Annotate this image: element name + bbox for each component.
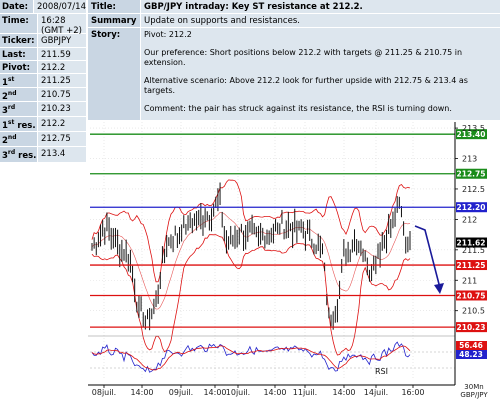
y-tick-label: 210.5: [462, 307, 485, 316]
info-row-value: 212.2: [38, 61, 86, 73]
info-row-key: Last:: [0, 48, 37, 60]
y-tick-label: 213.5: [462, 124, 485, 133]
info-row-key: 2nd sup.: [0, 88, 37, 112]
info-row-value: 211.25: [38, 74, 86, 87]
info-row: 2nd sup.210.75: [0, 88, 86, 112]
level-tag: [456, 260, 487, 271]
rsi-label: RSI: [375, 367, 388, 376]
story-alternative: Alternative scenario: Above 212.2 look f…: [144, 76, 468, 95]
level-lines: 213.40 212.75 212.20 211.25 210.75 210.23 211.…: [90, 129, 487, 333]
lower-band: [91, 234, 411, 356]
level-tag-label: 210.75: [457, 291, 486, 300]
story-key: Story:: [88, 28, 140, 120]
info-row: Time: 16:28 (GMT +2): [0, 14, 86, 36]
projection-arrowhead: [434, 283, 444, 294]
right-info-panel: Title: GBP/JPY intraday: Key ST resistan…: [88, 0, 500, 120]
x-tick-label: 14juil.: [364, 388, 388, 397]
y-tick-label: 213: [462, 155, 477, 164]
level-tag: [456, 168, 487, 179]
x-tick-label: 09juil.: [169, 388, 193, 397]
x-tick-label: 10juil.: [226, 388, 250, 397]
upper-band: [91, 179, 411, 283]
x-tick-label: 14:00: [263, 388, 286, 397]
projection-arrow: [414, 225, 441, 289]
info-row-key: 1st res.: [0, 117, 37, 131]
story-body: Pivot: 212.2 Our preference: Short posit…: [141, 28, 500, 120]
y-tick-label: 212: [462, 215, 477, 224]
info-row: Last: 211.59: [0, 48, 86, 60]
level-tag-label: 211.25: [457, 261, 486, 270]
info-row-value: GBPJPY: [38, 34, 86, 47]
level-tag-label: 213.40: [457, 130, 486, 139]
rsi-panel: RSI 56.4648.23: [88, 335, 487, 376]
info-row-key: 2nd res.: [0, 132, 37, 156]
x-tick-label: 14:00: [203, 388, 226, 397]
last-price-label: 211.62: [457, 239, 486, 248]
chart-plot-area: [88, 122, 455, 379]
rsi-value-1: 56.46: [459, 341, 483, 350]
story-comment: Comment: the pair has struck against its…: [144, 104, 452, 113]
title-key: Title:: [88, 0, 140, 13]
level-tag-label: 212.20: [457, 203, 486, 212]
rsi-value-tag-1: [456, 341, 487, 350]
info-row: 2nd res.212.75: [0, 132, 86, 156]
info-row-key: Pivot:: [0, 61, 37, 73]
info-row-key: 3rd res.: [0, 147, 37, 162]
x-tick-label: 14:00: [332, 388, 355, 397]
price-bars: [91, 182, 411, 331]
info-row-value: 212.2: [38, 117, 86, 131]
last-price-tag: [456, 237, 487, 248]
level-tag: [456, 202, 487, 213]
chart-axes: 213.5 213 212.5 212 211.5 211 210.5 08juil. 14:0…: [88, 122, 488, 399]
info-row-value: 210.23: [38, 102, 86, 116]
info-row-value: 212.75: [38, 132, 86, 146]
left-info-panel: Date: 2008/07/14 Time: 16:28 (GMT +2) Ticker…: [0, 0, 86, 163]
instrument-label: GBP/JPY: [460, 391, 488, 399]
info-row-value: 213.4: [38, 147, 86, 162]
info-row-key: 1st sup.: [0, 74, 37, 98]
title-value: GBP/JPY intraday: Key ST resistance at 2…: [141, 0, 500, 13]
level-tag: [456, 290, 487, 301]
info-row-key: Ticker:: [0, 34, 37, 47]
info-row-key: Time:: [0, 14, 37, 33]
rsi-value-tag-2: [456, 350, 487, 359]
info-row: Pivot: 212.2: [0, 61, 86, 73]
info-row: 3rd res. 213.4: [0, 147, 86, 162]
y-tick-label: 211.5: [462, 246, 485, 255]
story-preference: Our preference: Short positions below 21…: [144, 48, 463, 67]
y-tick-label: 211: [462, 276, 477, 285]
level-tag-label: 210.23: [457, 323, 486, 332]
x-tick-label: 14:00: [130, 388, 153, 397]
timeframe-label: 30Mn: [464, 383, 483, 391]
bollinger-bands: [91, 179, 411, 356]
info-row-value: 16:28 (GMT +2): [38, 14, 86, 36]
middle-band: [91, 211, 411, 310]
story-pivot: Pivot: 212.2: [144, 30, 192, 39]
rsi-line: [91, 341, 411, 373]
rsi-value-2: 48.23: [459, 350, 483, 359]
x-tick-label: 11juil.: [293, 388, 317, 397]
info-row-value: 211.59: [38, 48, 86, 60]
rsi-signal-line: [91, 345, 411, 371]
x-tick-label: 16:00: [401, 388, 424, 397]
chart-grid: [90, 122, 455, 380]
summary-value: Update on supports and resistances.: [141, 14, 500, 27]
info-row: Ticker: GBPJPY: [0, 34, 86, 47]
info-row: 3rd sup.210.23: [0, 102, 86, 126]
y-tick-label: 212.5: [462, 185, 485, 194]
info-row: 1st sup.211.25: [0, 74, 86, 98]
info-row-value: 210.75: [38, 88, 86, 101]
level-tag-label: 212.75: [457, 170, 486, 179]
info-row-value: 2008/07/14: [34, 0, 86, 13]
info-row-key: 3rd sup.: [0, 102, 37, 126]
summary-key: Summary: [88, 14, 140, 27]
info-row-key: Date:: [0, 0, 33, 13]
x-tick-label: 08juil.: [92, 388, 116, 397]
info-row: Date: 2008/07/14: [0, 0, 86, 13]
level-tag: [456, 129, 487, 140]
level-tag: [456, 322, 487, 333]
info-row: 1st res. 212.2: [0, 117, 86, 131]
